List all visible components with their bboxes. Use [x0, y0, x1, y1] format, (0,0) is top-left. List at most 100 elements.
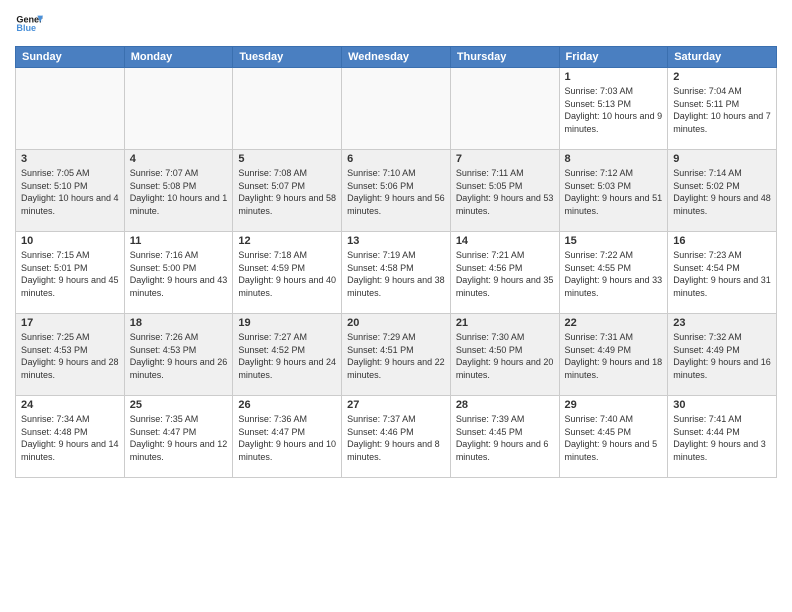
- day-number: 20: [347, 317, 445, 329]
- calendar-cell: 2 Sunrise: 7:04 AM Sunset: 5:11 PM Daylig…: [668, 68, 777, 150]
- day-number: 13: [347, 235, 445, 247]
- day-number: 28: [456, 399, 554, 411]
- day-info: Sunrise: 7:18 AM Sunset: 4:59 PM Dayligh…: [238, 249, 336, 299]
- day-info: Sunrise: 7:05 AM Sunset: 5:10 PM Dayligh…: [21, 167, 119, 217]
- day-number: 10: [21, 235, 119, 247]
- calendar-cell: 4 Sunrise: 7:07 AM Sunset: 5:08 PM Daylig…: [124, 150, 233, 232]
- calendar-header: SundayMondayTuesdayWednesdayThursdayFrid…: [16, 47, 777, 68]
- day-info: Sunrise: 7:37 AM Sunset: 4:46 PM Dayligh…: [347, 413, 445, 463]
- calendar-table: SundayMondayTuesdayWednesdayThursdayFrid…: [15, 46, 777, 478]
- day-info: Sunrise: 7:10 AM Sunset: 5:06 PM Dayligh…: [347, 167, 445, 217]
- day-number: 21: [456, 317, 554, 329]
- day-number: 12: [238, 235, 336, 247]
- day-number: 17: [21, 317, 119, 329]
- day-header-wednesday: Wednesday: [342, 47, 451, 68]
- day-header-saturday: Saturday: [668, 47, 777, 68]
- day-info: Sunrise: 7:39 AM Sunset: 4:45 PM Dayligh…: [456, 413, 554, 463]
- calendar-cell: 16Sunrise: 7:23 AM Sunset: 4:54 PM Dayli…: [668, 232, 777, 314]
- day-info: Sunrise: 7:15 AM Sunset: 5:01 PM Dayligh…: [21, 249, 119, 299]
- day-number: 1: [565, 71, 663, 83]
- calendar-cell: 17 Sunrise: 7:25 AM Sunset: 4:53 PM Dayli…: [16, 314, 125, 396]
- calendar-cell: 3 Sunrise: 7:05 AM Sunset: 5:10 PM Daylig…: [16, 150, 125, 232]
- day-info: Sunrise: 7:34 AM Sunset: 4:48 PM Dayligh…: [21, 413, 119, 463]
- day-number: 9: [673, 153, 771, 165]
- calendar-cell: 30Sunrise: 7:41 AM Sunset: 4:44 PM Dayli…: [668, 396, 777, 478]
- calendar-cell: 19 Sunrise: 7:27 AM Sunset: 4:52 PM Dayli…: [233, 314, 342, 396]
- calendar-cell: [450, 68, 559, 150]
- day-info: Sunrise: 7:21 AM Sunset: 4:56 PM Dayligh…: [456, 249, 554, 299]
- day-info: Sunrise: 7:04 AM Sunset: 5:11 PM Dayligh…: [673, 85, 771, 135]
- calendar-cell: 28 Sunrise: 7:39 AM Sunset: 4:45 PM Dayli…: [450, 396, 559, 478]
- day-number: 15: [565, 235, 663, 247]
- calendar-cell: [16, 68, 125, 150]
- day-info: Sunrise: 7:30 AM Sunset: 4:50 PM Dayligh…: [456, 331, 554, 381]
- day-number: 29: [565, 399, 663, 411]
- day-info: Sunrise: 7:35 AM Sunset: 4:47 PM Dayligh…: [130, 413, 228, 463]
- svg-text:Blue: Blue: [16, 23, 36, 33]
- calendar-cell: 7 Sunrise: 7:11 AM Sunset: 5:05 PM Daylig…: [450, 150, 559, 232]
- day-info: Sunrise: 7:08 AM Sunset: 5:07 PM Dayligh…: [238, 167, 336, 217]
- day-number: 3: [21, 153, 119, 165]
- day-number: 27: [347, 399, 445, 411]
- calendar-cell: 1 Sunrise: 7:03 AM Sunset: 5:13 PM Daylig…: [559, 68, 668, 150]
- calendar-cell: 12 Sunrise: 7:18 AM Sunset: 4:59 PM Dayli…: [233, 232, 342, 314]
- calendar-cell: 5 Sunrise: 7:08 AM Sunset: 5:07 PM Daylig…: [233, 150, 342, 232]
- day-header-thursday: Thursday: [450, 47, 559, 68]
- day-number: 24: [21, 399, 119, 411]
- day-info: Sunrise: 7:07 AM Sunset: 5:08 PM Dayligh…: [130, 167, 228, 217]
- calendar-cell: 6 Sunrise: 7:10 AM Sunset: 5:06 PM Daylig…: [342, 150, 451, 232]
- calendar-cell: 20 Sunrise: 7:29 AM Sunset: 4:51 PM Dayli…: [342, 314, 451, 396]
- day-number: 7: [456, 153, 554, 165]
- calendar-cell: 23 Sunrise: 7:32 AM Sunset: 4:49 PM Dayli…: [668, 314, 777, 396]
- calendar-cell: 18 Sunrise: 7:26 AM Sunset: 4:53 PM Dayli…: [124, 314, 233, 396]
- day-info: Sunrise: 7:03 AM Sunset: 5:13 PM Dayligh…: [565, 85, 663, 135]
- calendar-cell: 21 Sunrise: 7:30 AM Sunset: 4:50 PM Dayli…: [450, 314, 559, 396]
- day-info: Sunrise: 7:14 AM Sunset: 5:02 PM Dayligh…: [673, 167, 771, 217]
- calendar-cell: [233, 68, 342, 150]
- day-number: 4: [130, 153, 228, 165]
- day-info: Sunrise: 7:36 AM Sunset: 4:47 PM Dayligh…: [238, 413, 336, 463]
- day-header-friday: Friday: [559, 47, 668, 68]
- calendar-cell: 9 Sunrise: 7:14 AM Sunset: 5:02 PM Daylig…: [668, 150, 777, 232]
- day-info: Sunrise: 7:22 AM Sunset: 4:55 PM Dayligh…: [565, 249, 663, 299]
- day-info: Sunrise: 7:26 AM Sunset: 4:53 PM Dayligh…: [130, 331, 228, 381]
- calendar-cell: 15 Sunrise: 7:22 AM Sunset: 4:55 PM Dayli…: [559, 232, 668, 314]
- day-header-monday: Monday: [124, 47, 233, 68]
- day-number: 23: [673, 317, 771, 329]
- day-header-sunday: Sunday: [16, 47, 125, 68]
- day-number: 11: [130, 235, 228, 247]
- day-info: Sunrise: 7:41 AM Sunset: 4:44 PM Dayligh…: [673, 413, 771, 463]
- calendar-cell: 24 Sunrise: 7:34 AM Sunset: 4:48 PM Dayli…: [16, 396, 125, 478]
- day-number: 2: [673, 71, 771, 83]
- day-info: Sunrise: 7:29 AM Sunset: 4:51 PM Dayligh…: [347, 331, 445, 381]
- day-number: 16: [673, 235, 771, 247]
- calendar-cell: 13 Sunrise: 7:19 AM Sunset: 4:58 PM Dayli…: [342, 232, 451, 314]
- day-number: 6: [347, 153, 445, 165]
- day-number: 19: [238, 317, 336, 329]
- day-header-tuesday: Tuesday: [233, 47, 342, 68]
- day-number: 25: [130, 399, 228, 411]
- day-info: Sunrise: 7:40 AM Sunset: 4:45 PM Dayligh…: [565, 413, 663, 463]
- logo-icon: General Blue: [15, 10, 43, 38]
- day-info: Sunrise: 7:31 AM Sunset: 4:49 PM Dayligh…: [565, 331, 663, 381]
- day-number: 18: [130, 317, 228, 329]
- calendar-cell: 26 Sunrise: 7:36 AM Sunset: 4:47 PM Dayli…: [233, 396, 342, 478]
- day-info: Sunrise: 7:32 AM Sunset: 4:49 PM Dayligh…: [673, 331, 771, 381]
- day-info: Sunrise: 7:19 AM Sunset: 4:58 PM Dayligh…: [347, 249, 445, 299]
- calendar-cell: 11Sunrise: 7:16 AM Sunset: 5:00 PM Dayli…: [124, 232, 233, 314]
- logo: General Blue: [15, 10, 43, 38]
- day-info: Sunrise: 7:12 AM Sunset: 5:03 PM Dayligh…: [565, 167, 663, 217]
- day-number: 26: [238, 399, 336, 411]
- day-info: Sunrise: 7:11 AM Sunset: 5:05 PM Dayligh…: [456, 167, 554, 217]
- day-info: Sunrise: 7:27 AM Sunset: 4:52 PM Dayligh…: [238, 331, 336, 381]
- calendar-cell: 22Sunrise: 7:31 AM Sunset: 4:49 PM Dayli…: [559, 314, 668, 396]
- calendar-cell: 25 Sunrise: 7:35 AM Sunset: 4:47 PM Dayli…: [124, 396, 233, 478]
- calendar-cell: 8 Sunrise: 7:12 AM Sunset: 5:03 PM Daylig…: [559, 150, 668, 232]
- day-number: 5: [238, 153, 336, 165]
- calendar-cell: 14Sunrise: 7:21 AM Sunset: 4:56 PM Dayli…: [450, 232, 559, 314]
- day-info: Sunrise: 7:25 AM Sunset: 4:53 PM Dayligh…: [21, 331, 119, 381]
- day-number: 8: [565, 153, 663, 165]
- calendar-cell: [342, 68, 451, 150]
- page-header: General Blue: [15, 10, 777, 38]
- calendar-cell: [124, 68, 233, 150]
